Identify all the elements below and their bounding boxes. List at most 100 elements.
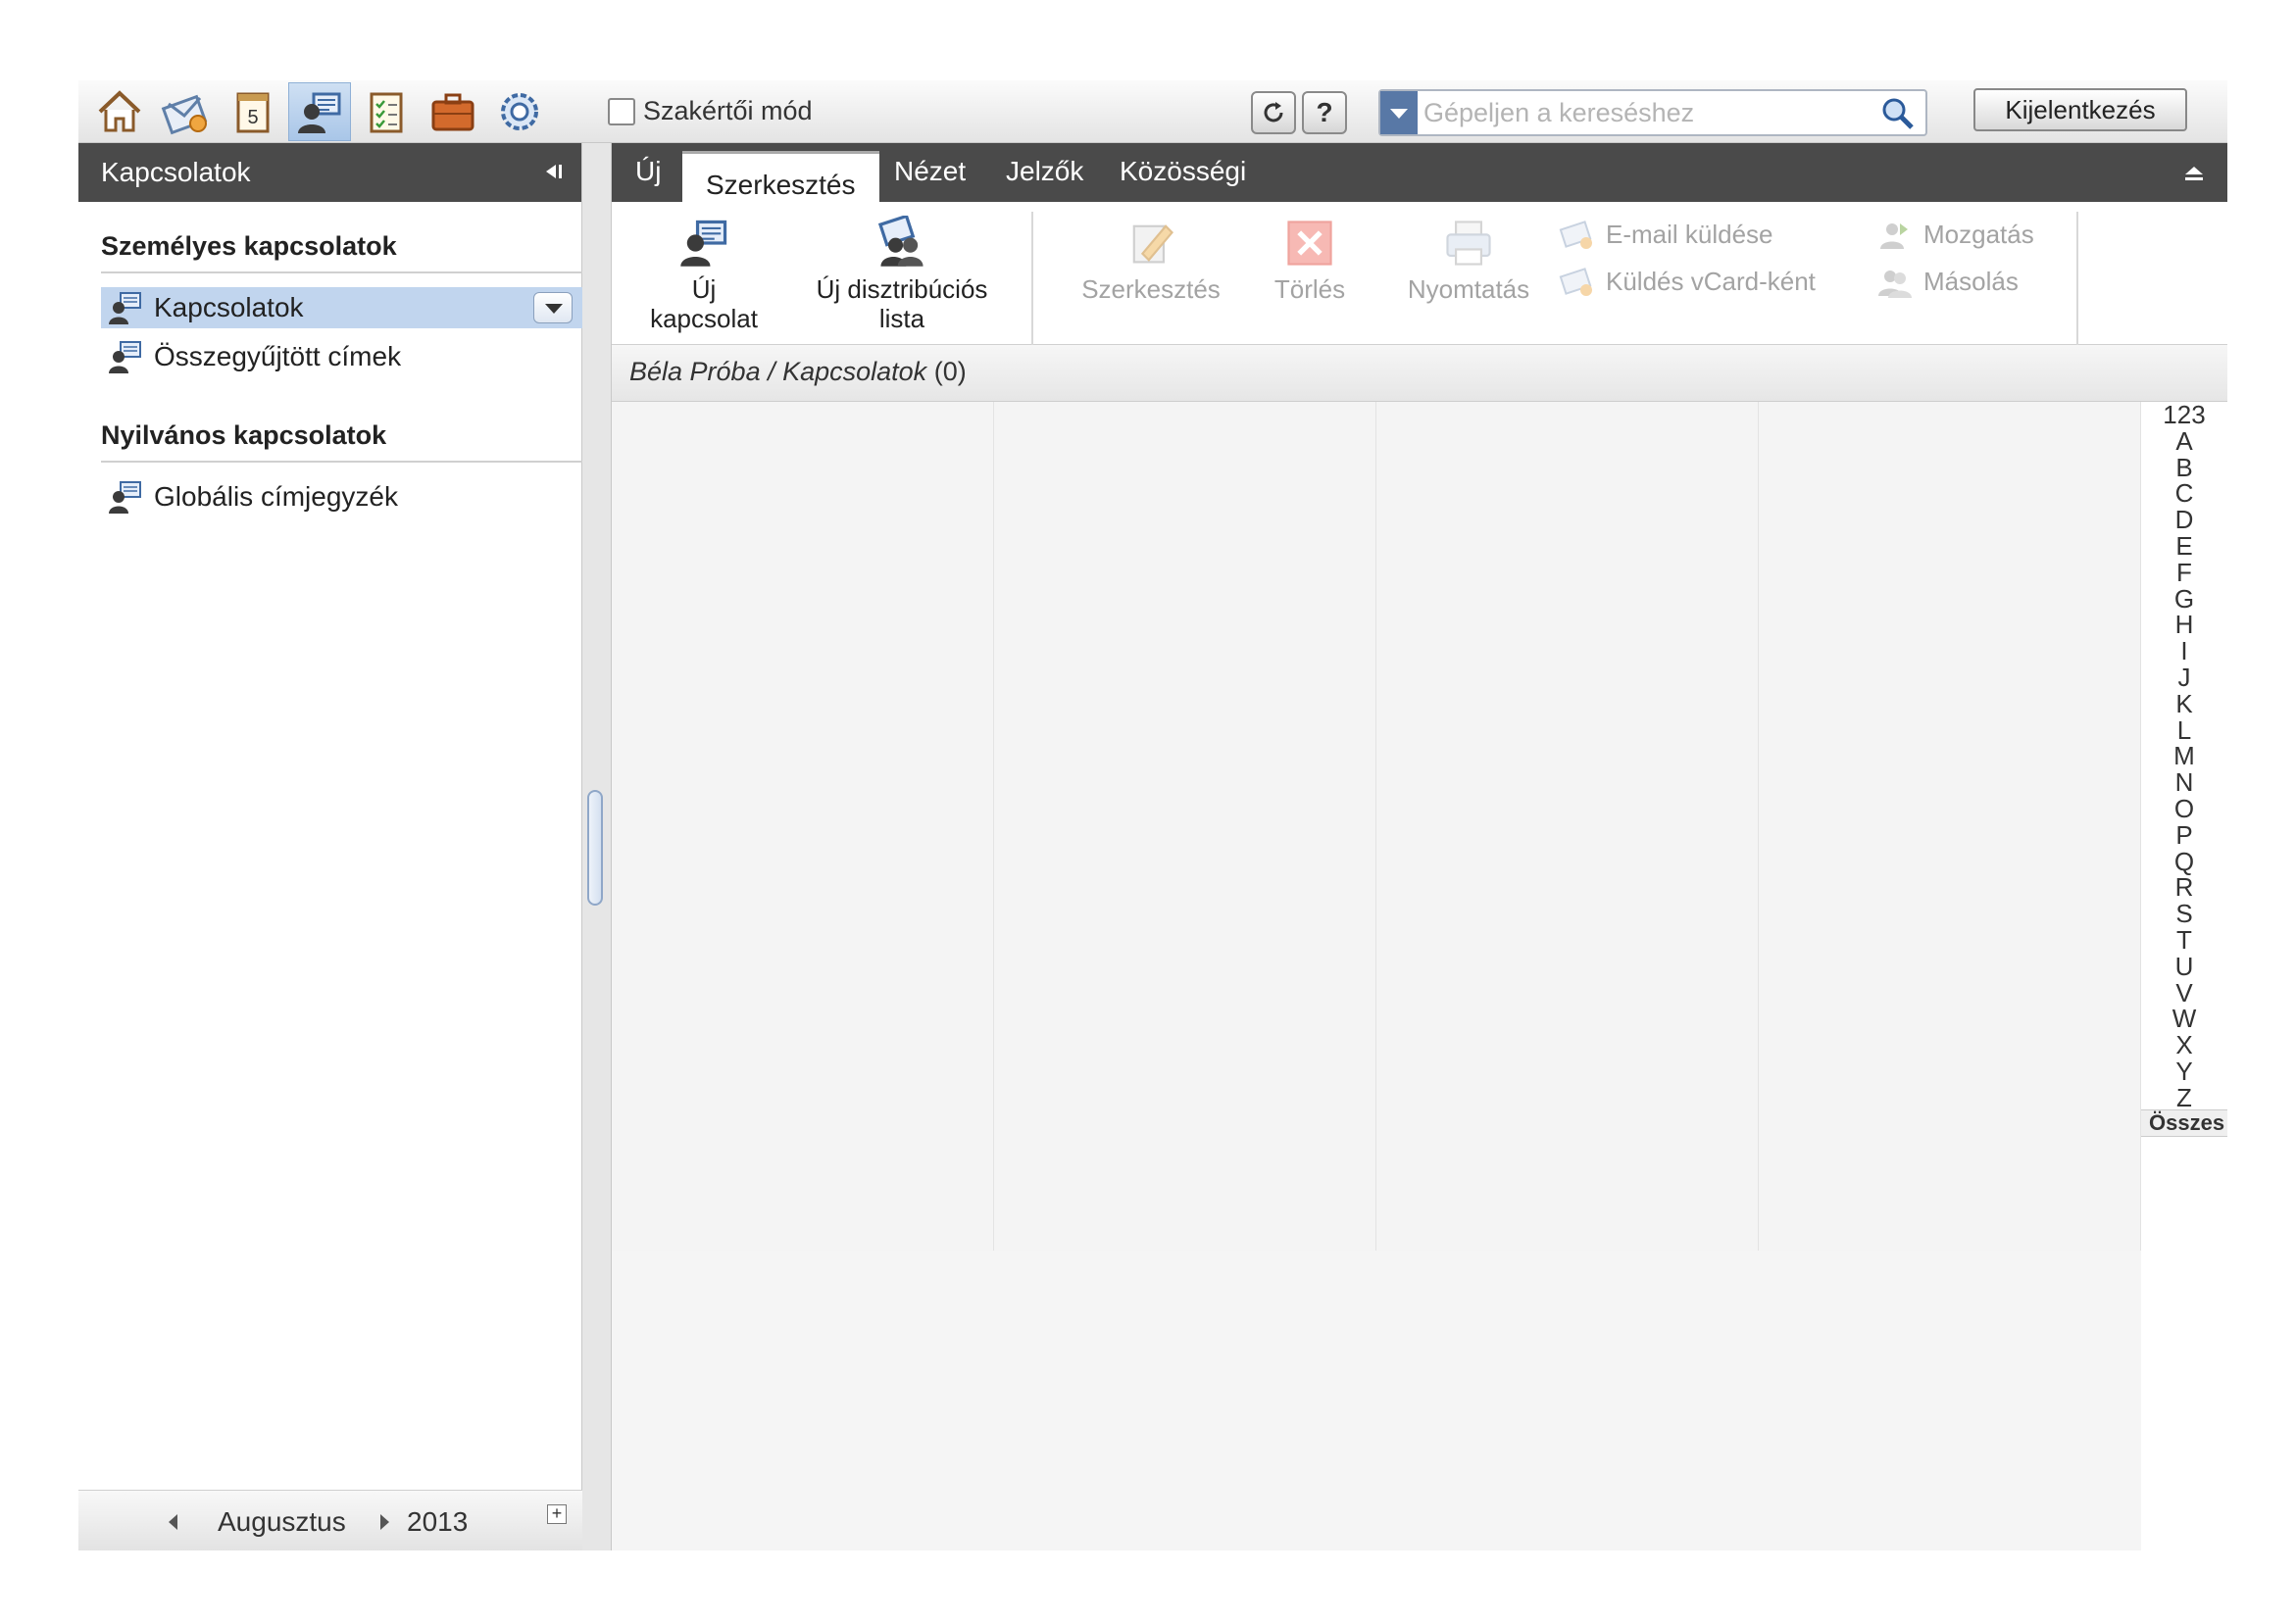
folder-contacts[interactable]: Kapcsolatok: [101, 287, 582, 328]
alphabet-letter[interactable]: X: [2141, 1032, 2227, 1058]
delete-button[interactable]: Törlés: [1247, 216, 1373, 304]
new-contact-label-1: Új: [691, 274, 717, 304]
new-distribution-list-button[interactable]: Új disztribúciós lista: [804, 216, 1000, 333]
alphabet-letter[interactable]: Y: [2141, 1058, 2227, 1085]
folder-label: Összegyűjtött címek: [154, 341, 402, 371]
folder-collected-addresses[interactable]: Összegyűjtött címek: [101, 336, 582, 377]
alphabet-letter[interactable]: U: [2141, 953, 2227, 980]
search-input[interactable]: [1423, 95, 1855, 130]
calendar-month: Augusztus: [218, 1506, 346, 1537]
personal-contacts-heading: Személyes kapcsolatok: [101, 231, 582, 273]
tab-flags[interactable]: Jelzők: [1006, 143, 1083, 202]
move-icon: [1880, 223, 1908, 249]
collapse-panel-icon[interactable]: [542, 159, 568, 184]
copy-label: Másolás: [1923, 266, 2019, 296]
new-dist-list-label-2: lista: [878, 304, 925, 333]
send-email-button[interactable]: E-mail küldése: [1559, 216, 1773, 253]
alphabet-letter[interactable]: F: [2141, 559, 2227, 586]
tab-view[interactable]: Nézet: [894, 143, 966, 202]
alphabet-letter[interactable]: 123: [2141, 402, 2227, 428]
expand-calendar-icon[interactable]: +: [547, 1504, 567, 1524]
alphabet-letter[interactable]: L: [2141, 716, 2227, 744]
alphabet-letter[interactable]: N: [2141, 769, 2227, 796]
edit-icon: [1132, 224, 1174, 264]
alphabet-letter[interactable]: D: [2141, 507, 2227, 533]
print-icon: [1446, 221, 1491, 266]
move-label: Mozgatás: [1923, 219, 2034, 249]
contacts-icon[interactable]: [288, 82, 351, 141]
edit-button[interactable]: Szerkesztés: [1063, 216, 1239, 304]
expert-mode-checkbox[interactable]: [608, 97, 635, 125]
search-icon[interactable]: [1880, 96, 1916, 131]
alphabet-letter[interactable]: V: [2141, 979, 2227, 1007]
calendar-year: 2013: [407, 1506, 469, 1537]
contact-folder-icon: [109, 341, 141, 373]
alphabet-letter[interactable]: P: [2141, 821, 2227, 849]
alphabet-letter[interactable]: I: [2141, 638, 2227, 664]
calendar-icon[interactable]: 5: [222, 82, 284, 141]
ribbon-separator: [2076, 212, 2078, 345]
alphabet-letter[interactable]: R: [2141, 874, 2227, 901]
alphabet-letter[interactable]: B: [2141, 454, 2227, 481]
contact-column: [994, 402, 1376, 1251]
next-month-icon[interactable]: [380, 1514, 389, 1530]
panel-splitter[interactable]: [582, 143, 612, 1550]
tab-new[interactable]: Új: [635, 143, 661, 202]
alphabet-letter[interactable]: T: [2141, 927, 2227, 954]
prev-month-icon[interactable]: [169, 1514, 177, 1530]
contact-column: [1376, 402, 1759, 1251]
alphabet-letter[interactable]: K: [2141, 690, 2227, 717]
settings-icon[interactable]: [488, 82, 551, 141]
alphabet-letter[interactable]: W: [2141, 1006, 2227, 1032]
ribbon-tabs: Új Szerkesztés Nézet Jelzők Közösségi: [612, 143, 2227, 202]
alphabet-letter[interactable]: Q: [2141, 848, 2227, 875]
send-email-label: E-mail küldése: [1606, 219, 1773, 249]
tasks-icon[interactable]: [355, 82, 418, 141]
alphabet-letter[interactable]: S: [2141, 901, 2227, 927]
tab-social[interactable]: Közösségi: [1120, 143, 1246, 202]
expert-mode[interactable]: Szakértői mód: [608, 96, 813, 126]
alphabet-letter[interactable]: H: [2141, 612, 2227, 638]
alphabet-letter[interactable]: C: [2141, 480, 2227, 507]
collapse-ribbon-icon[interactable]: [2182, 163, 2206, 182]
contact-folder-icon: [109, 481, 141, 514]
print-label: Nyomtatás: [1407, 274, 1530, 304]
alphabet-letter[interactable]: E: [2141, 533, 2227, 560]
mini-calendar-nav: Augusztus 2013 +: [78, 1490, 582, 1550]
contact-list-area[interactable]: [612, 402, 2141, 1550]
folder-panel: Kapcsolatok Személyes kapcsolatok Kapcso…: [78, 143, 582, 1550]
alphabet-all-button[interactable]: Összes: [2141, 1109, 2227, 1137]
alphabet-letter[interactable]: J: [2141, 664, 2227, 691]
mail-icon[interactable]: [155, 82, 218, 141]
contact-column: [1759, 402, 2141, 1251]
copy-button[interactable]: Másolás: [1876, 263, 2019, 300]
search-options-dropdown[interactable]: [1380, 91, 1418, 134]
breadcrumb: Béla Próba / Kapcsolatok (0): [612, 345, 2227, 402]
alphabet-letter[interactable]: O: [2141, 796, 2227, 822]
public-contacts-heading: Nyilvános kapcsolatok: [101, 420, 582, 463]
new-contact-icon: [680, 220, 727, 267]
folder-label: Globális címjegyzék: [154, 481, 398, 512]
calendar-day: 5: [247, 107, 258, 128]
folder-global-address-book[interactable]: Globális címjegyzék: [101, 476, 582, 517]
home-icon[interactable]: [88, 82, 151, 141]
refresh-button[interactable]: [1251, 91, 1296, 134]
splitter-handle[interactable]: [587, 790, 603, 906]
alphabet-letter[interactable]: M: [2141, 743, 2227, 769]
delete-label: Törlés: [1273, 274, 1346, 304]
new-contact-button[interactable]: Új kapcsolat: [641, 216, 767, 333]
briefcase-icon[interactable]: [422, 82, 484, 141]
help-button[interactable]: ?: [1302, 91, 1347, 134]
contact-count: (0): [933, 357, 967, 386]
tab-edit[interactable]: Szerkesztés: [682, 151, 879, 202]
folder-menu-button[interactable]: [533, 292, 573, 323]
logout-button[interactable]: Kijelentkezés: [1973, 88, 2187, 131]
send-vcard-button[interactable]: Küldés vCard-ként: [1559, 263, 1816, 300]
print-button[interactable]: Nyomtatás: [1380, 216, 1557, 304]
alphabet-letter[interactable]: G: [2141, 585, 2227, 613]
contact-column: [612, 402, 994, 1251]
new-contact-label-2: kapcsolat: [650, 304, 758, 333]
move-button[interactable]: Mozgatás: [1876, 216, 2034, 253]
alphabet-letter[interactable]: Z: [2141, 1084, 2227, 1111]
alphabet-letter[interactable]: A: [2141, 427, 2227, 455]
